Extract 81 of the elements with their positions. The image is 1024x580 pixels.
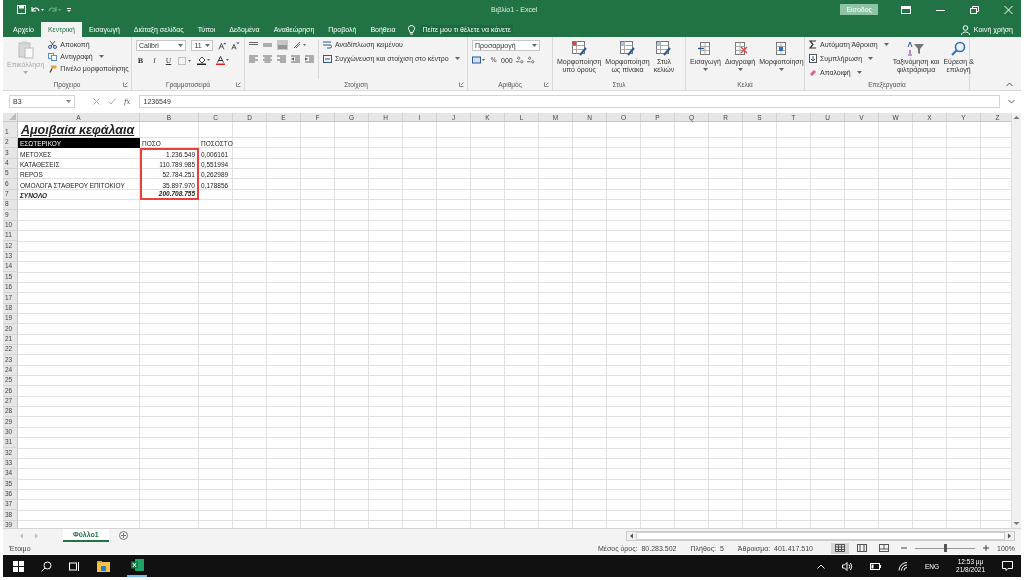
dialog-launcher-icon[interactable] xyxy=(236,82,241,87)
zoom-in-icon[interactable] xyxy=(983,545,989,551)
grid-icon xyxy=(835,544,845,552)
add-sheet-icon[interactable] xyxy=(118,531,128,540)
table-brush-icon xyxy=(656,41,672,56)
table-icon xyxy=(732,41,748,56)
currency-icon[interactable] xyxy=(472,56,486,64)
scroll-left-icon[interactable] xyxy=(629,532,634,539)
vertical-scrollbar[interactable] xyxy=(1011,113,1021,528)
down-arrow-icon xyxy=(809,54,817,63)
dialog-launcher-icon[interactable] xyxy=(459,82,464,87)
caret-icon xyxy=(23,71,29,74)
caret-icon xyxy=(66,100,71,103)
undo-icon[interactable] xyxy=(30,5,44,14)
copy-icon xyxy=(48,52,58,61)
caret-icon xyxy=(532,44,537,47)
page-break-icon xyxy=(879,544,889,552)
search-icon[interactable] xyxy=(41,560,52,572)
decrease-decimal-icon[interactable] xyxy=(526,56,535,64)
customize-caret-icon[interactable] xyxy=(66,5,72,14)
scroll-down-icon[interactable] xyxy=(1013,521,1020,526)
wrap-text-icon xyxy=(323,40,332,49)
increase-indent-icon[interactable] xyxy=(305,55,314,63)
chevron-up-icon[interactable] xyxy=(817,563,825,569)
redo-icon xyxy=(48,5,62,14)
brush-icon xyxy=(48,64,58,73)
scroll-thumb[interactable] xyxy=(636,531,1005,540)
merge-cells-icon xyxy=(323,54,332,63)
volume-icon[interactable] xyxy=(842,561,853,571)
normal-view-button[interactable] xyxy=(831,542,849,554)
scroll-right-icon[interactable] xyxy=(1007,532,1012,539)
ribbon-display-icon[interactable] xyxy=(901,5,911,14)
caret-icon xyxy=(778,68,784,71)
fill-color-icon[interactable] xyxy=(197,56,211,65)
close-icon[interactable] xyxy=(1004,5,1013,14)
orientation-icon[interactable] xyxy=(293,41,307,49)
triangle-icon xyxy=(9,113,16,120)
horizontal-scrollbar[interactable] xyxy=(626,530,1015,541)
decrease-indent-icon[interactable] xyxy=(291,55,300,63)
caret-icon xyxy=(454,57,460,60)
caret-icon xyxy=(737,68,743,71)
grow-font-icon[interactable] xyxy=(217,41,227,50)
shrink-font-icon[interactable] xyxy=(231,41,240,50)
search-icon xyxy=(951,41,967,56)
dialog-launcher-icon[interactable] xyxy=(544,82,549,87)
wifi-icon[interactable] xyxy=(898,561,908,571)
sheet-title: Αμοιβαία κεφάλαια xyxy=(20,122,136,138)
caret-icon xyxy=(178,44,184,47)
expand-icon[interactable] xyxy=(1008,99,1015,104)
dialog-launcher-icon[interactable] xyxy=(123,82,128,87)
table-brush-icon xyxy=(571,41,587,56)
table-brush-icon xyxy=(620,41,635,56)
restore-icon[interactable] xyxy=(970,5,979,14)
caret-icon xyxy=(856,71,862,74)
battery-icon[interactable] xyxy=(870,562,881,570)
folder-icon[interactable] xyxy=(97,560,110,572)
caret-icon xyxy=(204,44,210,47)
caret-icon xyxy=(98,55,104,58)
lightbulb-icon xyxy=(408,24,416,35)
sort-funnel-icon xyxy=(907,41,926,56)
person-icon xyxy=(960,24,970,35)
start-icon[interactable] xyxy=(13,560,24,572)
page-layout-icon xyxy=(857,544,867,552)
save-icon[interactable] xyxy=(17,5,26,14)
caret-icon xyxy=(868,57,874,60)
scroll-up-icon[interactable] xyxy=(1013,115,1020,120)
zoom-slider-thumb[interactable] xyxy=(943,544,947,552)
increase-decimal-icon[interactable] xyxy=(515,56,524,64)
caret-icon xyxy=(702,68,708,71)
notifications-icon[interactable] xyxy=(1002,561,1013,571)
task-view-icon[interactable] xyxy=(69,560,80,572)
scissors-icon xyxy=(48,40,58,49)
font-color-icon[interactable] xyxy=(216,56,230,65)
sigma-icon xyxy=(809,40,817,49)
clipboard-icon xyxy=(17,41,34,59)
spreadsheet-app-icon xyxy=(130,559,144,571)
caret-icon xyxy=(883,43,889,46)
collapse-ribbon-icon[interactable] xyxy=(1006,82,1013,87)
table-icon xyxy=(773,41,789,56)
eraser-icon xyxy=(809,68,817,77)
table-icon xyxy=(697,41,713,56)
